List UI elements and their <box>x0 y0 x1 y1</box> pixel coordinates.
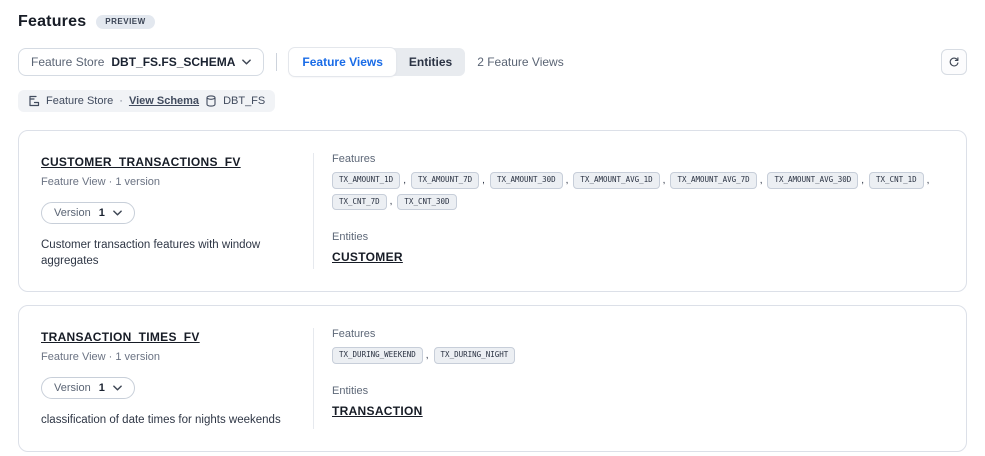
chip-separator: , <box>927 175 930 186</box>
features-label: Features <box>332 153 944 165</box>
refresh-icon <box>948 56 960 69</box>
breadcrumb-row: Feature Store · View Schema DBT_FS <box>18 90 967 112</box>
feature-view-card: CUSTOMER_TRANSACTIONS_FV Feature View · … <box>18 130 967 292</box>
tab-entities[interactable]: Entities <box>396 48 465 76</box>
feature-view-meta: Feature View · 1 version <box>41 351 293 363</box>
chip-separator: , <box>861 175 864 186</box>
feature-chip: TX_AMOUNT_1D <box>332 172 400 189</box>
breadcrumb-separator: · <box>119 95 123 107</box>
version-select-label: Version <box>54 382 91 394</box>
feature-view-summary: CUSTOMER_TRANSACTIONS_FV Feature View · … <box>41 153 313 269</box>
feature-view-summary: TRANSACTION_TIMES_FV Feature View · 1 ve… <box>41 328 313 429</box>
chevron-down-icon <box>113 210 122 216</box>
feature-chip: TX_AMOUNT_30D <box>490 172 563 189</box>
chip-separator: , <box>403 175 406 186</box>
preview-badge: PREVIEW <box>96 15 154 29</box>
feature-view-list: CUSTOMER_TRANSACTIONS_FV Feature View · … <box>18 130 967 452</box>
database-icon <box>205 95 217 107</box>
feature-view-details: Features TX_AMOUNT_1D,TX_AMOUNT_7D,TX_AM… <box>313 153 944 269</box>
feature-chip: TX_AMOUNT_AVG_7D <box>670 172 756 189</box>
version-select[interactable]: Version 1 <box>41 377 135 399</box>
entity-link-list: CUSTOMER <box>332 243 944 266</box>
feature-store-select-value: DBT_FS.FS_SCHEMA <box>111 55 235 69</box>
page-title: Features <box>18 13 86 31</box>
feature-chip: TX_DURING_NIGHT <box>434 347 516 364</box>
chip-separator: , <box>760 175 763 186</box>
version-select-label: Version <box>54 207 91 219</box>
page-header: Features PREVIEW <box>0 0 985 31</box>
feature-view-name-link[interactable]: CUSTOMER_TRANSACTIONS_FV <box>41 155 241 169</box>
feature-view-description: classification of date times for nights … <box>41 413 293 429</box>
version-select-value: 1 <box>99 207 105 219</box>
feature-chip: TX_AMOUNT_7D <box>411 172 479 189</box>
entities-label: Entities <box>332 231 944 243</box>
version-select-value: 1 <box>99 382 105 394</box>
feature-chip: TX_AMOUNT_AVG_30D <box>767 172 858 189</box>
toolbar: Feature Store DBT_FS.FS_SCHEMA Feature V… <box>18 48 967 76</box>
refresh-button[interactable] <box>941 49 967 75</box>
feature-chip: TX_CNT_7D <box>332 194 387 211</box>
feature-view-card: TRANSACTION_TIMES_FV Feature View · 1 ve… <box>18 305 967 452</box>
toolbar-divider <box>276 53 277 71</box>
chip-separator: , <box>426 350 429 361</box>
breadcrumb: Feature Store · View Schema DBT_FS <box>18 90 275 112</box>
feature-store-select-label: Feature Store <box>31 55 104 69</box>
feature-views-count: 2 Feature Views <box>477 55 564 69</box>
features-page: Features PREVIEW Feature Store DBT_FS.FS… <box>0 0 985 456</box>
tab-feature-views[interactable]: Feature Views <box>289 48 395 76</box>
entity-link[interactable]: CUSTOMER <box>332 250 403 264</box>
feature-store-icon <box>28 95 40 107</box>
chip-separator: , <box>566 175 569 186</box>
features-label: Features <box>332 328 944 340</box>
feature-chip: TX_AMOUNT_AVG_1D <box>573 172 659 189</box>
feature-chip: TX_CNT_1D <box>869 172 924 189</box>
feature-store-select[interactable]: Feature Store DBT_FS.FS_SCHEMA <box>18 48 264 76</box>
feature-view-details: Features TX_DURING_WEEKEND, TX_DURING_NIG… <box>313 328 944 429</box>
view-schema-link[interactable]: View Schema <box>129 95 199 107</box>
chip-separator: , <box>482 175 485 186</box>
entities-section: Entities TRANSACTION <box>332 385 944 420</box>
entities-section: Entities CUSTOMER <box>332 231 944 266</box>
chevron-down-icon <box>242 59 251 65</box>
chevron-down-icon <box>113 385 122 391</box>
feature-chip: TX_DURING_WEEKEND <box>332 347 423 364</box>
entities-label: Entities <box>332 385 944 397</box>
entity-link[interactable]: TRANSACTION <box>332 404 423 418</box>
feature-view-description: Customer transaction features with windo… <box>41 238 293 269</box>
view-tabs: Feature Views Entities <box>289 48 465 76</box>
breadcrumb-store-label: Feature Store <box>46 95 113 107</box>
feature-chip: TX_CNT_30D <box>397 194 456 211</box>
feature-view-meta: Feature View · 1 version <box>41 176 293 188</box>
feature-chip-list: TX_AMOUNT_1D,TX_AMOUNT_7D,TX_AMOUNT_30D,… <box>332 172 944 210</box>
feature-view-name-link[interactable]: TRANSACTION_TIMES_FV <box>41 330 200 344</box>
version-select[interactable]: Version 1 <box>41 202 135 224</box>
chip-separator: , <box>390 196 393 207</box>
feature-chip-list: TX_DURING_WEEKEND, TX_DURING_NIGHT <box>332 347 944 364</box>
breadcrumb-database-name: DBT_FS <box>223 95 265 107</box>
chip-separator: , <box>663 175 666 186</box>
entity-link-list: TRANSACTION <box>332 397 944 420</box>
